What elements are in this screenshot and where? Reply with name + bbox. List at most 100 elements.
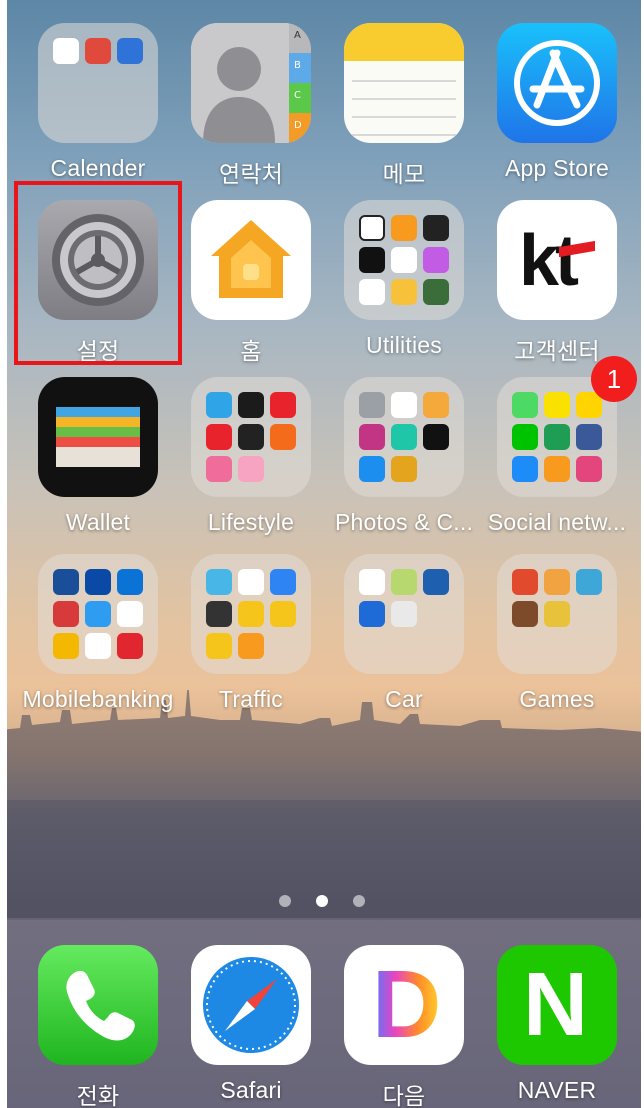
- kt-logo-icon: kt: [497, 200, 617, 320]
- woori-mini-icon: [53, 633, 79, 659]
- page-dot[interactable]: [353, 895, 366, 907]
- mobile-banking-folder-icon: [38, 554, 158, 674]
- calculator-mini-icon: [391, 215, 417, 241]
- dock-app-label: Safari: [220, 1077, 282, 1103]
- page-dot[interactable]: [278, 895, 291, 907]
- map-pin-mini-icon: [270, 569, 296, 595]
- t-map-mini-icon: [270, 601, 296, 627]
- app-label: Social netw...: [487, 509, 627, 535]
- app-home[interactable]: 홈: [175, 200, 327, 366]
- traffic-folder-icon: [191, 554, 311, 674]
- app-lifestyle-folder[interactable]: Lifestyle: [175, 377, 327, 536]
- app-label: Calender: [50, 155, 146, 181]
- game-mini-icon-5: [544, 601, 570, 627]
- band-mini-icon: [544, 424, 570, 450]
- app-app-store[interactable]: App Store: [481, 23, 633, 182]
- activity-mini-icon: [238, 424, 264, 450]
- foursquare-mini-icon: [576, 456, 602, 482]
- dock-app-naver[interactable]: N NAVER: [481, 945, 633, 1104]
- phone-icon: [38, 945, 158, 1065]
- app-car-folder[interactable]: Car: [328, 554, 480, 713]
- bus-yellow-mini-icon: [238, 601, 264, 627]
- weather-mini-icon: [206, 392, 232, 418]
- app-games-folder[interactable]: Games: [481, 554, 633, 713]
- car-folder-icon: [344, 554, 464, 674]
- instagram-mini-icon: [359, 424, 385, 450]
- daum-logo-icon: D: [344, 945, 464, 1065]
- calender-folder-icon: [38, 23, 158, 143]
- car-red-mini-icon: [359, 569, 385, 595]
- appcard-mini-icon: [117, 633, 143, 659]
- bus-mini-icon: [206, 569, 232, 595]
- photos-mini-icon: [391, 392, 417, 418]
- app-label: Car: [385, 686, 423, 712]
- app-label: Mobilebanking: [22, 686, 174, 712]
- app-label: Traffic: [218, 686, 284, 712]
- messages-mini-icon: [512, 392, 538, 418]
- watch-mini-icon: [359, 247, 385, 273]
- contacts-tab-a: A: [294, 30, 301, 41]
- calendar-mini-icon: [53, 38, 79, 64]
- dock-app-phone[interactable]: 전화: [22, 945, 174, 1108]
- citi-mini-icon: [85, 569, 111, 595]
- app-mobile-banking-folder[interactable]: Mobilebanking: [22, 554, 174, 713]
- orange-social-mini-icon: [544, 456, 570, 482]
- car-gray-mini-icon: [391, 601, 417, 627]
- notification-badge: 1: [591, 356, 637, 402]
- reminders-mini-icon: [359, 279, 385, 305]
- messenger-mini-icon: [512, 456, 538, 482]
- daum-logo-letter: D: [372, 951, 442, 1058]
- dock-app-safari[interactable]: Safari: [175, 945, 327, 1104]
- bank-k-mini-icon: [117, 601, 143, 627]
- game-mini-icon-4: [512, 601, 538, 627]
- tips-mini-icon: [391, 279, 417, 305]
- app-calender-folder[interactable]: Calender: [22, 23, 174, 182]
- app-label: Games: [519, 686, 595, 712]
- naver-logo-letter: N: [523, 955, 588, 1055]
- app-photos-folder[interactable]: Photos & C...: [328, 377, 480, 536]
- app-kt-customer-center[interactable]: kt 고객센터: [481, 200, 633, 366]
- app-utilities-folder[interactable]: Utilities: [328, 200, 480, 359]
- home-app-icon: [191, 200, 311, 320]
- app-wallet[interactable]: Wallet: [22, 377, 174, 536]
- app-traffic-folder[interactable]: Traffic: [175, 554, 327, 713]
- game-mini-icon-3: [576, 569, 602, 595]
- green-mini-icon: [391, 424, 417, 450]
- app-label: Photos & C...: [334, 509, 474, 535]
- app-label: 홈: [240, 338, 262, 364]
- car-blue-mini-icon: [423, 569, 449, 595]
- games-folder-icon: [497, 554, 617, 674]
- calendar-app-mini-icon: [85, 38, 111, 64]
- lifestyle-red-mini-icon: [270, 392, 296, 418]
- game-mini-icon-2: [544, 569, 570, 595]
- kt-logo-text: kt: [519, 221, 579, 301]
- flower-mini-icon: [206, 456, 232, 482]
- page-dot-active[interactable]: [316, 895, 328, 907]
- bank-blue-mini-icon: [85, 601, 111, 627]
- app-label: Utilities: [366, 332, 442, 358]
- pink-mini-icon: [238, 456, 264, 482]
- fin-mini-icon: [85, 633, 111, 659]
- dock-app-label: 다음: [382, 1083, 426, 1108]
- screenshot-border-left: [0, 0, 7, 1108]
- bank-red-mini-icon: [53, 601, 79, 627]
- page-indicator[interactable]: [0, 892, 644, 911]
- stocks-mini-icon: [238, 392, 264, 418]
- blue-photo-mini-icon: [359, 456, 385, 482]
- itunes-mini-icon: [423, 247, 449, 273]
- city-skyline-wallpaper: [0, 690, 644, 920]
- app-notes[interactable]: 메모: [328, 23, 480, 189]
- contacts-icon: A B C D: [191, 23, 311, 143]
- line-mini-icon: [512, 424, 538, 450]
- voice-memo-mini-icon: [391, 247, 417, 273]
- contacts-tab-c: C: [294, 90, 301, 101]
- app-contacts[interactable]: A B C D 연락처: [175, 23, 327, 189]
- utilities-folder-icon: [344, 200, 464, 320]
- dock-app-label: NAVER: [517, 1077, 597, 1103]
- notes-icon: [344, 23, 464, 143]
- naver-logo-icon: N: [497, 945, 617, 1065]
- dock-app-daum[interactable]: D 다음: [328, 945, 480, 1108]
- bank-kb-mini-icon: [53, 569, 79, 595]
- shinhan-mini-icon: [117, 569, 143, 595]
- hsqrd-mini-icon: [423, 424, 449, 450]
